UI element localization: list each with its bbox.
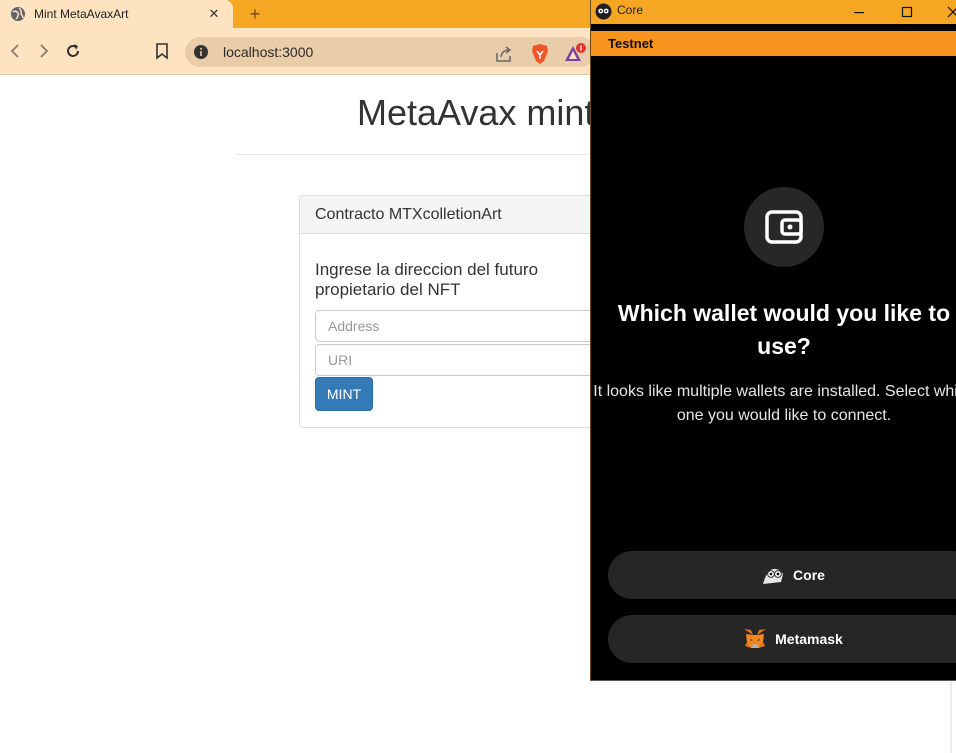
share-icon[interactable] (494, 44, 514, 64)
wallet-choice-heading: Which wallet would you like to use? (617, 300, 951, 359)
wallet-icon-badge (744, 187, 824, 267)
wallet-icon (765, 210, 803, 244)
core-owl-icon (761, 563, 785, 587)
tab-close-button[interactable]: ✕ (205, 5, 223, 23)
minimize-button[interactable] (839, 0, 879, 24)
globe-icon (11, 7, 25, 21)
close-icon (947, 6, 956, 18)
page-title: MetaAvax mint (357, 92, 595, 133)
core-wallet-window: Core Testnet Which wallet would you like… (590, 0, 956, 681)
panel-heading: Contracto MTXcolletionArt (300, 196, 620, 234)
maximize-icon (901, 6, 913, 18)
page-scroll-edge (950, 680, 952, 753)
back-button[interactable] (4, 40, 26, 62)
brave-shield-icon[interactable] (530, 43, 550, 65)
core-wallet-option[interactable]: Core (608, 551, 956, 599)
tab-title: Mint MetaAvaxArt (34, 7, 129, 21)
url-text: localhost:3000 (223, 44, 314, 60)
bookmark-button[interactable] (151, 40, 173, 62)
window-titlebar[interactable]: Core (591, 0, 956, 24)
window-title: Core (617, 3, 644, 17)
mint-panel: Contracto MTXcolletionArt Ingrese la dir… (299, 195, 621, 428)
core-owl-icon (595, 3, 612, 20)
forward-button[interactable] (33, 40, 55, 62)
metamask-option-label: Metamask (775, 631, 843, 647)
titlebar-separator (591, 24, 956, 31)
mint-button[interactable]: MINT (315, 377, 373, 411)
maximize-button[interactable] (887, 0, 927, 24)
address-input[interactable] (315, 310, 615, 342)
site-info-icon[interactable] (193, 44, 209, 60)
bookmark-icon (156, 43, 168, 60)
new-tab-button[interactable]: + (245, 4, 265, 24)
minimize-icon (854, 12, 864, 14)
browser-tab-active[interactable]: Mint MetaAvaxArt ✕ (0, 0, 233, 28)
reload-icon (67, 44, 79, 57)
close-window-button[interactable] (933, 0, 956, 24)
uri-input[interactable] (315, 344, 615, 376)
metamask-fox-icon (743, 627, 767, 651)
wallet-choice-subtitle: It looks like multiple wallets are insta… (593, 383, 956, 424)
network-banner: Testnet (591, 31, 956, 56)
owner-prompt: Ingrese la direccion del futuro propieta… (315, 260, 539, 299)
chevron-left-icon (10, 44, 19, 58)
reload-button[interactable] (62, 40, 84, 62)
metamask-wallet-option[interactable]: Metamask (608, 615, 956, 663)
brave-rewards-icon[interactable] (564, 43, 586, 65)
core-option-label: Core (793, 567, 825, 583)
network-label: Testnet (608, 36, 654, 51)
chevron-right-icon (40, 44, 49, 58)
title-divider (236, 154, 596, 155)
